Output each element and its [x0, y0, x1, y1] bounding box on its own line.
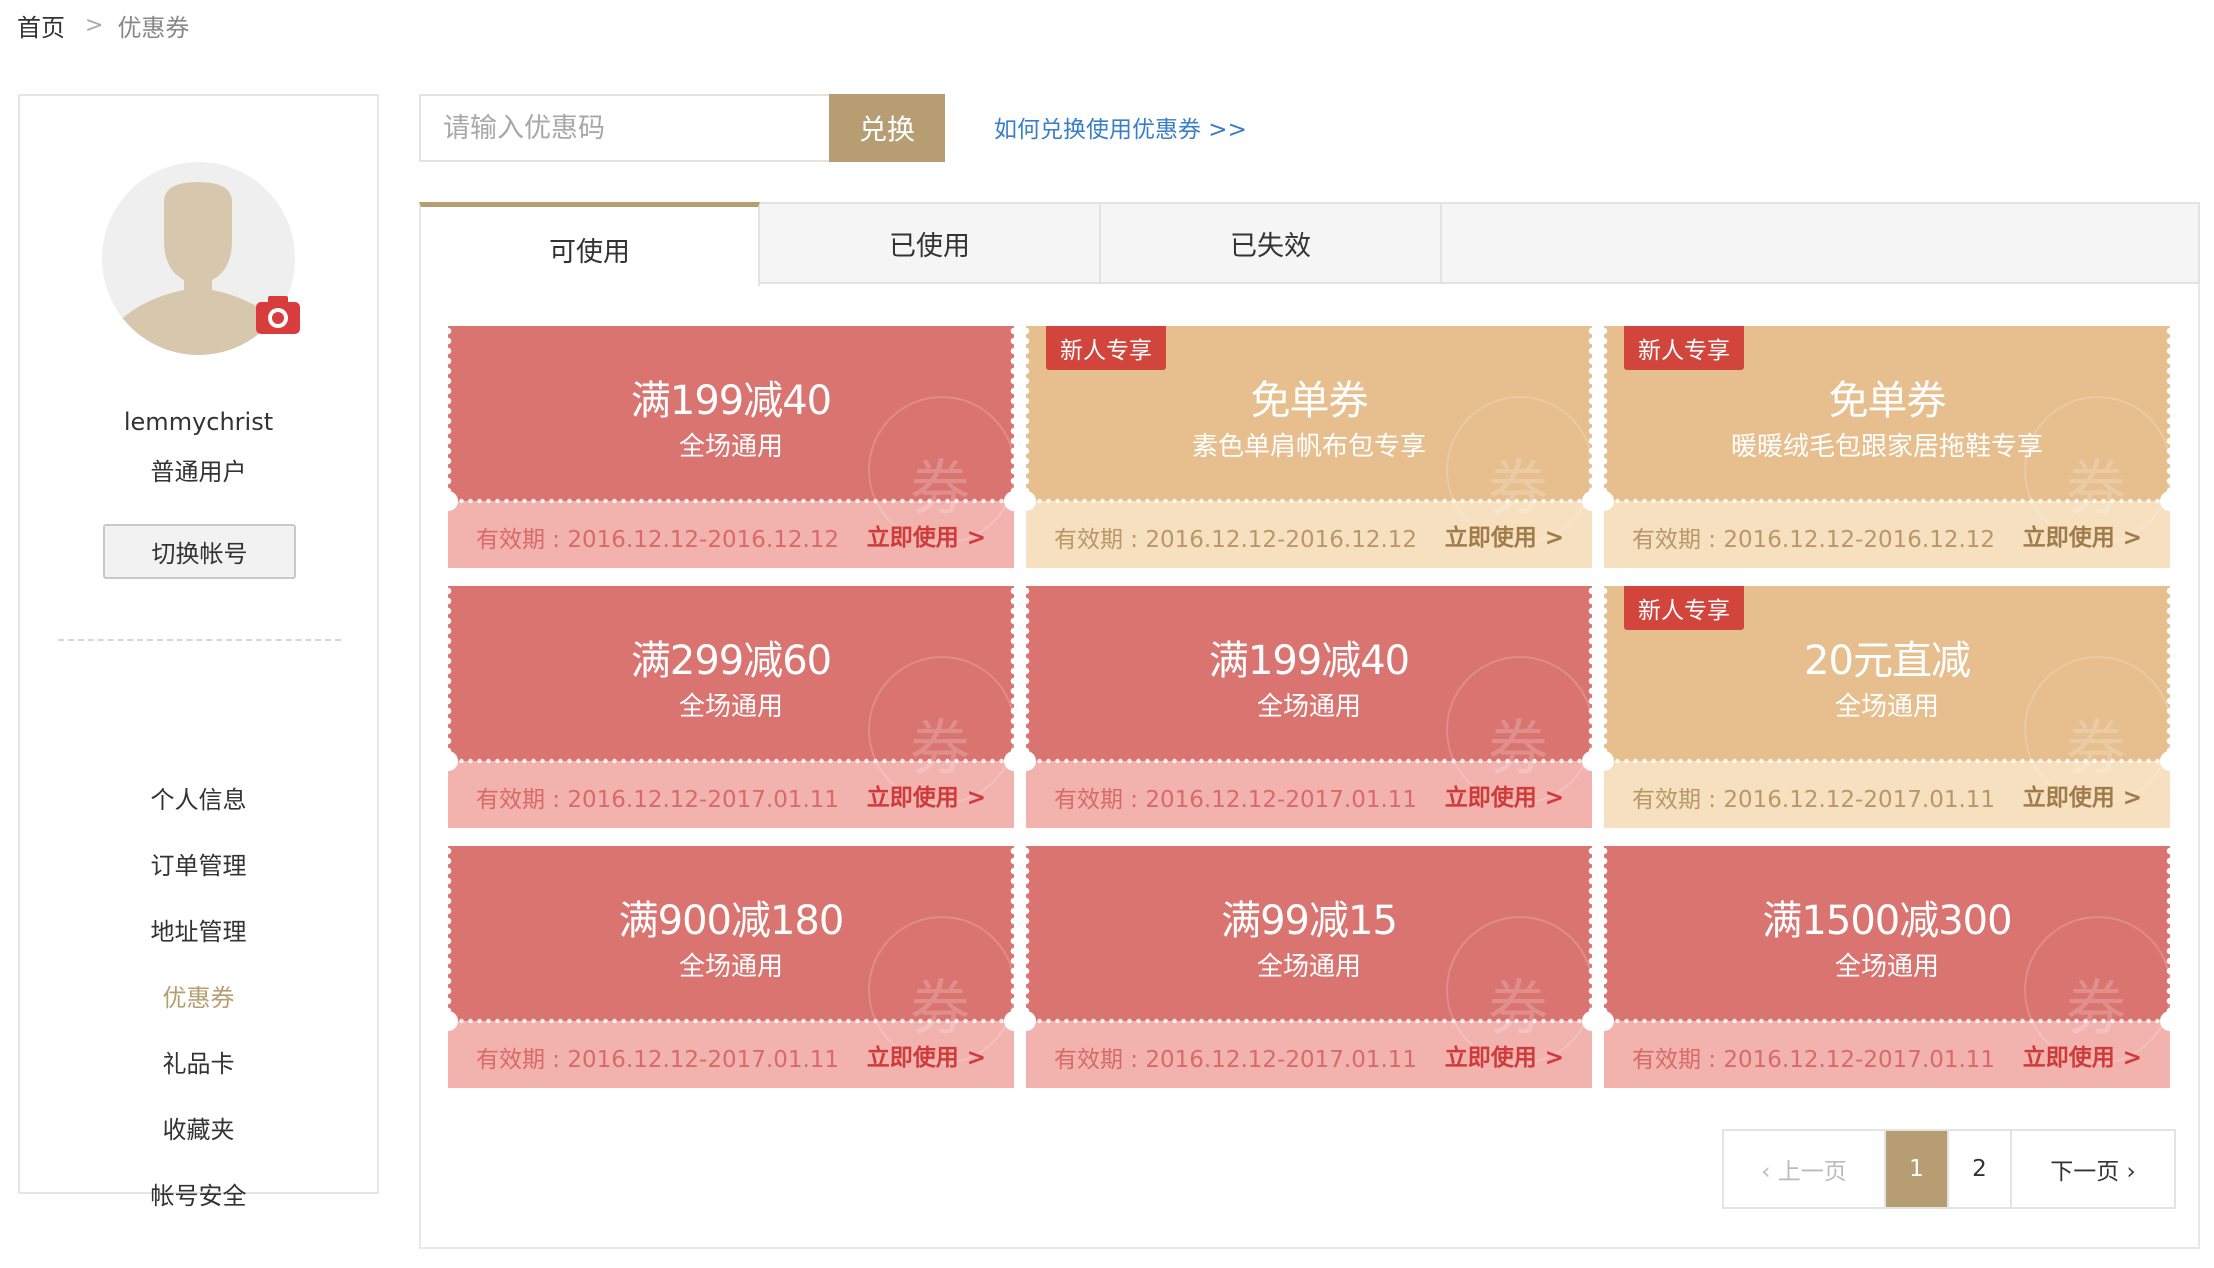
coupon-subtitle: 暖暖绒毛包跟家居拖鞋专享	[1730, 432, 2043, 462]
breadcrumb: 首页 > 优惠券	[17, 8, 189, 43]
coupon-title: 20元直减	[1804, 638, 1971, 684]
coupon-validity: 有效期 : 2016.12.12-2017.01.11	[1632, 1047, 1996, 1073]
new-user-badge: 新人专享	[1624, 586, 1744, 630]
coupon-subtitle: 全场通用	[1834, 692, 1939, 722]
use-coupon-link[interactable]: 立即使用 >	[867, 518, 986, 552]
coupon-title: 满900减180	[618, 898, 845, 944]
coupon-subtitle: 全场通用	[1256, 952, 1361, 982]
coupon-card[interactable]: 券 新人专享 20元直减 全场通用 有效期 : 2016.12.12-2017.…	[1604, 586, 2170, 828]
coupon-code-input[interactable]	[419, 94, 829, 162]
use-coupon-link[interactable]: 立即使用 >	[867, 778, 986, 812]
coupon-subtitle: 全场通用	[1834, 952, 1939, 982]
use-coupon-link[interactable]: 立即使用 >	[867, 1038, 986, 1072]
use-coupon-link[interactable]: 立即使用 >	[2023, 518, 2142, 552]
coupon-card[interactable]: 券 新人专享 免单券 暖暖绒毛包跟家居拖鞋专享 有效期 : 2016.12.12…	[1604, 326, 2170, 568]
coupon-subtitle: 全场通用	[678, 692, 783, 722]
divider	[58, 639, 341, 641]
coupon-validity: 有效期 : 2016.12.12-2017.01.11	[1054, 1047, 1418, 1073]
next-page-button[interactable]: 下一页 ›	[2012, 1131, 2174, 1207]
coupon-title: 满99减15	[1221, 898, 1398, 944]
tab-used[interactable]: 已使用	[760, 202, 1101, 284]
switch-account-button[interactable]: 切换帐号	[103, 524, 296, 579]
coupon-subtitle: 全场通用	[1256, 692, 1361, 722]
use-coupon-link[interactable]: 立即使用 >	[2023, 1038, 2142, 1072]
coupon-validity: 有效期 : 2016.12.12-2016.12.12	[1632, 527, 1996, 553]
coupon-validity: 有效期 : 2016.12.12-2017.01.11	[1632, 787, 1996, 813]
sidebar-item-account-security[interactable]: 帐号安全	[20, 1176, 377, 1211]
prev-page-button[interactable]: ‹ 上一页	[1724, 1131, 1886, 1207]
coupon-validity: 有效期 : 2016.12.12-2017.01.11	[476, 787, 840, 813]
user-type: 普通用户	[150, 458, 247, 486]
new-user-badge: 新人专享	[1624, 326, 1744, 370]
coupon-validity: 有效期 : 2016.12.12-2016.12.12	[476, 527, 840, 553]
redeem-button[interactable]: 兑换	[829, 94, 945, 162]
coupon-card[interactable]: 券 满1500减300 全场通用 有效期 : 2016.12.12-2017.0…	[1604, 846, 2170, 1088]
coupon-title: 满199减40	[1208, 638, 1410, 684]
sidebar-item-gift-cards[interactable]: 礼品卡	[20, 1044, 377, 1079]
page-1-button[interactable]: 1	[1886, 1131, 1949, 1207]
username: lemmychrist	[123, 408, 274, 436]
sidebar-item-coupons[interactable]: 优惠券	[20, 978, 377, 1013]
pagination: ‹ 上一页 1 2 下一页 ›	[1722, 1129, 2176, 1209]
sidebar-item-profile[interactable]: 个人信息	[20, 780, 377, 815]
breadcrumb-home[interactable]: 首页	[17, 8, 65, 43]
coupon-card[interactable]: 券 满199减40 全场通用 有效期 : 2016.12.12-2017.01.…	[1026, 586, 1592, 828]
coupon-subtitle: 素色单肩帆布包专享	[1191, 432, 1426, 462]
coupon-validity: 有效期 : 2016.12.12-2016.12.12	[1054, 527, 1418, 553]
coupon-validity: 有效期 : 2016.12.12-2017.01.11	[476, 1047, 840, 1073]
use-coupon-link[interactable]: 立即使用 >	[1445, 778, 1564, 812]
tab-available[interactable]: 可使用	[419, 202, 760, 286]
sidebar: lemmychrist 普通用户 切换帐号 个人信息订单管理地址管理优惠券礼品卡…	[18, 94, 379, 1210]
coupon-title: 免单券	[1250, 378, 1369, 424]
sidebar-item-orders[interactable]: 订单管理	[20, 846, 377, 881]
coupon-validity: 有效期 : 2016.12.12-2017.01.11	[1054, 787, 1418, 813]
coupon-subtitle: 全场通用	[678, 952, 783, 982]
use-coupon-link[interactable]: 立即使用 >	[2023, 778, 2142, 812]
redeem-help-link[interactable]: 如何兑换使用优惠券 >>	[994, 110, 1247, 144]
sidebar-item-addresses[interactable]: 地址管理	[20, 912, 377, 947]
chevron-right-icon: >	[85, 13, 104, 38]
sidebar-item-favorites[interactable]: 收藏夹	[20, 1110, 377, 1145]
coupon-subtitle: 全场通用	[678, 432, 783, 462]
page-2-button[interactable]: 2	[1949, 1131, 2012, 1207]
use-coupon-link[interactable]: 立即使用 >	[1445, 518, 1564, 552]
coupon-title: 满1500减300	[1762, 898, 2012, 944]
use-coupon-link[interactable]: 立即使用 >	[1445, 1038, 1564, 1072]
coupon-card[interactable]: 券 满299减60 全场通用 有效期 : 2016.12.12-2017.01.…	[448, 586, 1014, 828]
camera-icon[interactable]	[256, 296, 300, 334]
coupon-title: 满199减40	[630, 378, 832, 424]
coupon-title: 免单券	[1828, 378, 1947, 424]
breadcrumb-current: 优惠券	[117, 14, 190, 42]
coupon-card[interactable]: 券 满900减180 全场通用 有效期 : 2016.12.12-2017.01…	[448, 846, 1014, 1088]
page: 首页 > 优惠券 lemmychrist 普通用户 切换帐号 个人信息订单管理地…	[0, 0, 2214, 1268]
coupon-card[interactable]: 券 新人专享 免单券 素色单肩帆布包专享 有效期 : 2016.12.12-20…	[1026, 326, 1592, 568]
coupon-card[interactable]: 券 满99减15 全场通用 有效期 : 2016.12.12-2017.01.1…	[1026, 846, 1592, 1088]
new-user-badge: 新人专享	[1046, 326, 1166, 370]
coupon-card[interactable]: 券 满199减40 全场通用 有效期 : 2016.12.12-2016.12.…	[448, 326, 1014, 568]
coupon-title: 满299减60	[630, 638, 832, 684]
tab-expired[interactable]: 已失效	[1101, 202, 1442, 284]
